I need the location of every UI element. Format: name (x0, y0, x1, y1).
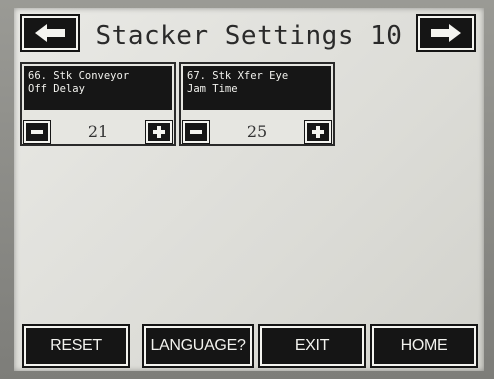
device-bezel: Stacker Settings 10 66. Stk Conveyor Off… (0, 0, 494, 379)
decrement-button[interactable] (23, 120, 51, 144)
arrow-left-icon (35, 24, 65, 42)
exit-button[interactable]: EXIT (258, 324, 366, 368)
reset-button[interactable]: RESET (22, 324, 130, 368)
param-value: 25 (246, 122, 268, 141)
param-label: 66. Stk Conveyor Off Delay (24, 66, 172, 110)
previous-page-button[interactable] (20, 14, 80, 52)
language-button[interactable]: LANGUAGE? (142, 324, 254, 368)
plus-icon (153, 126, 165, 138)
increment-button[interactable] (145, 120, 173, 144)
param-value: 21 (87, 122, 109, 141)
plus-icon (312, 126, 324, 138)
param-stk-conveyor-off-delay: 66. Stk Conveyor Off Delay 21 (20, 62, 176, 146)
decrement-button[interactable] (182, 120, 210, 144)
param-label: 67. Stk Xfer Eye Jam Time (183, 66, 331, 110)
page-title: Stacker Settings 10 (95, 21, 403, 51)
next-page-button[interactable] (416, 14, 476, 52)
arrow-right-icon (431, 24, 461, 42)
param-stk-xfer-eye-jam-time: 67. Stk Xfer Eye Jam Time 25 (179, 62, 335, 146)
minus-icon (190, 130, 202, 134)
increment-button[interactable] (304, 120, 332, 144)
touch-screen: Stacker Settings 10 66. Stk Conveyor Off… (14, 8, 484, 371)
minus-icon (31, 130, 43, 134)
home-button[interactable]: HOME (370, 324, 478, 368)
